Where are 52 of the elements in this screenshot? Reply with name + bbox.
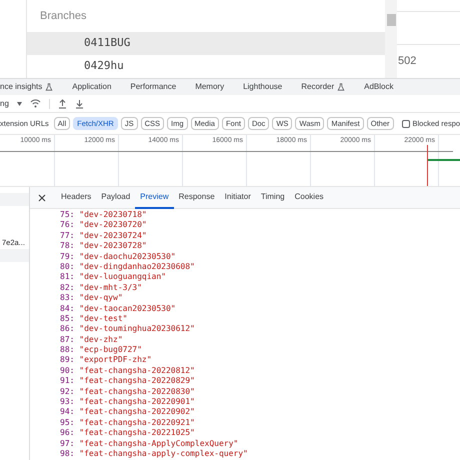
throttle-select[interactable]: ng	[0, 98, 9, 110]
preview-line: 91: "feat-changsha-20220829"	[60, 376, 195, 387]
preview-line: 79: "dev-daochu20230530"	[60, 252, 176, 262]
flask-icon	[45, 83, 54, 91]
devtools-tab[interactable]: nce insights	[0, 81, 54, 93]
preview-line: 98: "feat-changsha-apply-complex-query"	[60, 448, 248, 460]
preview-line: 94: "feat-changsha-20220902"	[60, 407, 195, 418]
preview-line: 84: "dev-taocan20230530"	[60, 304, 176, 314]
preview-line: 75: "dev-20230718"	[60, 210, 147, 220]
devtools-tab[interactable]: Recorder	[301, 81, 346, 93]
preview-line: 81: "dev-luoguangqian"	[60, 272, 166, 283]
preview-line: 83: "dev-qyw"	[60, 293, 123, 304]
detail-tab[interactable]: Headers	[56, 186, 96, 208]
preview-line: 86: "dev-touminghua20230612"	[60, 324, 195, 335]
detail-tab[interactable]: Response	[174, 186, 220, 208]
dropdown-caret-icon[interactable]	[16, 102, 22, 106]
preview-line: 77: "dev-20230724"	[60, 230, 147, 242]
detail-tab[interactable]: Timing	[256, 186, 290, 208]
preview-line: 82: "dev-mht-3/3"	[60, 282, 142, 294]
scrollbar[interactable]	[385, 0, 397, 78]
detail-tab[interactable]: Preview	[135, 186, 174, 208]
download-icon[interactable]	[74, 98, 84, 108]
flask-icon	[337, 83, 346, 91]
blocked-checkbox[interactable]	[402, 120, 410, 128]
preview-line: 93: "feat-changsha-20220901"	[60, 397, 195, 408]
preview-line: 78: "dev-20230728"	[60, 241, 147, 252]
upload-icon[interactable]	[58, 98, 67, 108]
preview-line: 97: "feat-changsha-ApplyComplexQuery"	[60, 438, 238, 449]
preview-line: 80: "dev-dingdanhao20230608"	[60, 262, 195, 272]
devtools-tab[interactable]: Lighthouse	[243, 81, 282, 93]
preview-line: 92: "feat-changsha-20220830"	[60, 386, 195, 398]
preview-line: 87: "dev-zhz"	[60, 334, 123, 346]
detail-tab[interactable]: Initiator	[220, 186, 256, 208]
detail-tab[interactable]: Payload	[96, 186, 136, 208]
detail-tab[interactable]: Cookies	[290, 186, 329, 208]
close-icon[interactable]	[38, 194, 46, 202]
devtools-tab[interactable]: Application	[72, 81, 112, 93]
preview-line: 76: "dev-20230720"	[60, 220, 147, 231]
load-marker	[427, 145, 428, 186]
devtools-tab[interactable]: Memory	[195, 81, 224, 93]
wifi-icon[interactable]	[30, 99, 41, 108]
preview-line: 96: "feat-changsha-20221025"	[60, 428, 195, 439]
side-value: 502	[397, 54, 418, 69]
preview-line: 95: "feat-changsha-20220921"	[60, 418, 195, 428]
preview-line: 88: "ecp-bug0727"	[60, 345, 142, 356]
dropdown-header: Branches	[39, 8, 88, 24]
preview-line: 89: "exportPDF-zhz"	[60, 355, 152, 366]
devtools-tab[interactable]: AdBlock	[364, 81, 394, 93]
devtools-tab[interactable]: Performance	[130, 81, 176, 93]
preview-line: 90: "feat-changsha-20220812"	[60, 366, 195, 376]
branch-option[interactable]: 0411BUG	[27, 32, 385, 55]
preview-line: 85: "dev-test"	[60, 314, 128, 324]
